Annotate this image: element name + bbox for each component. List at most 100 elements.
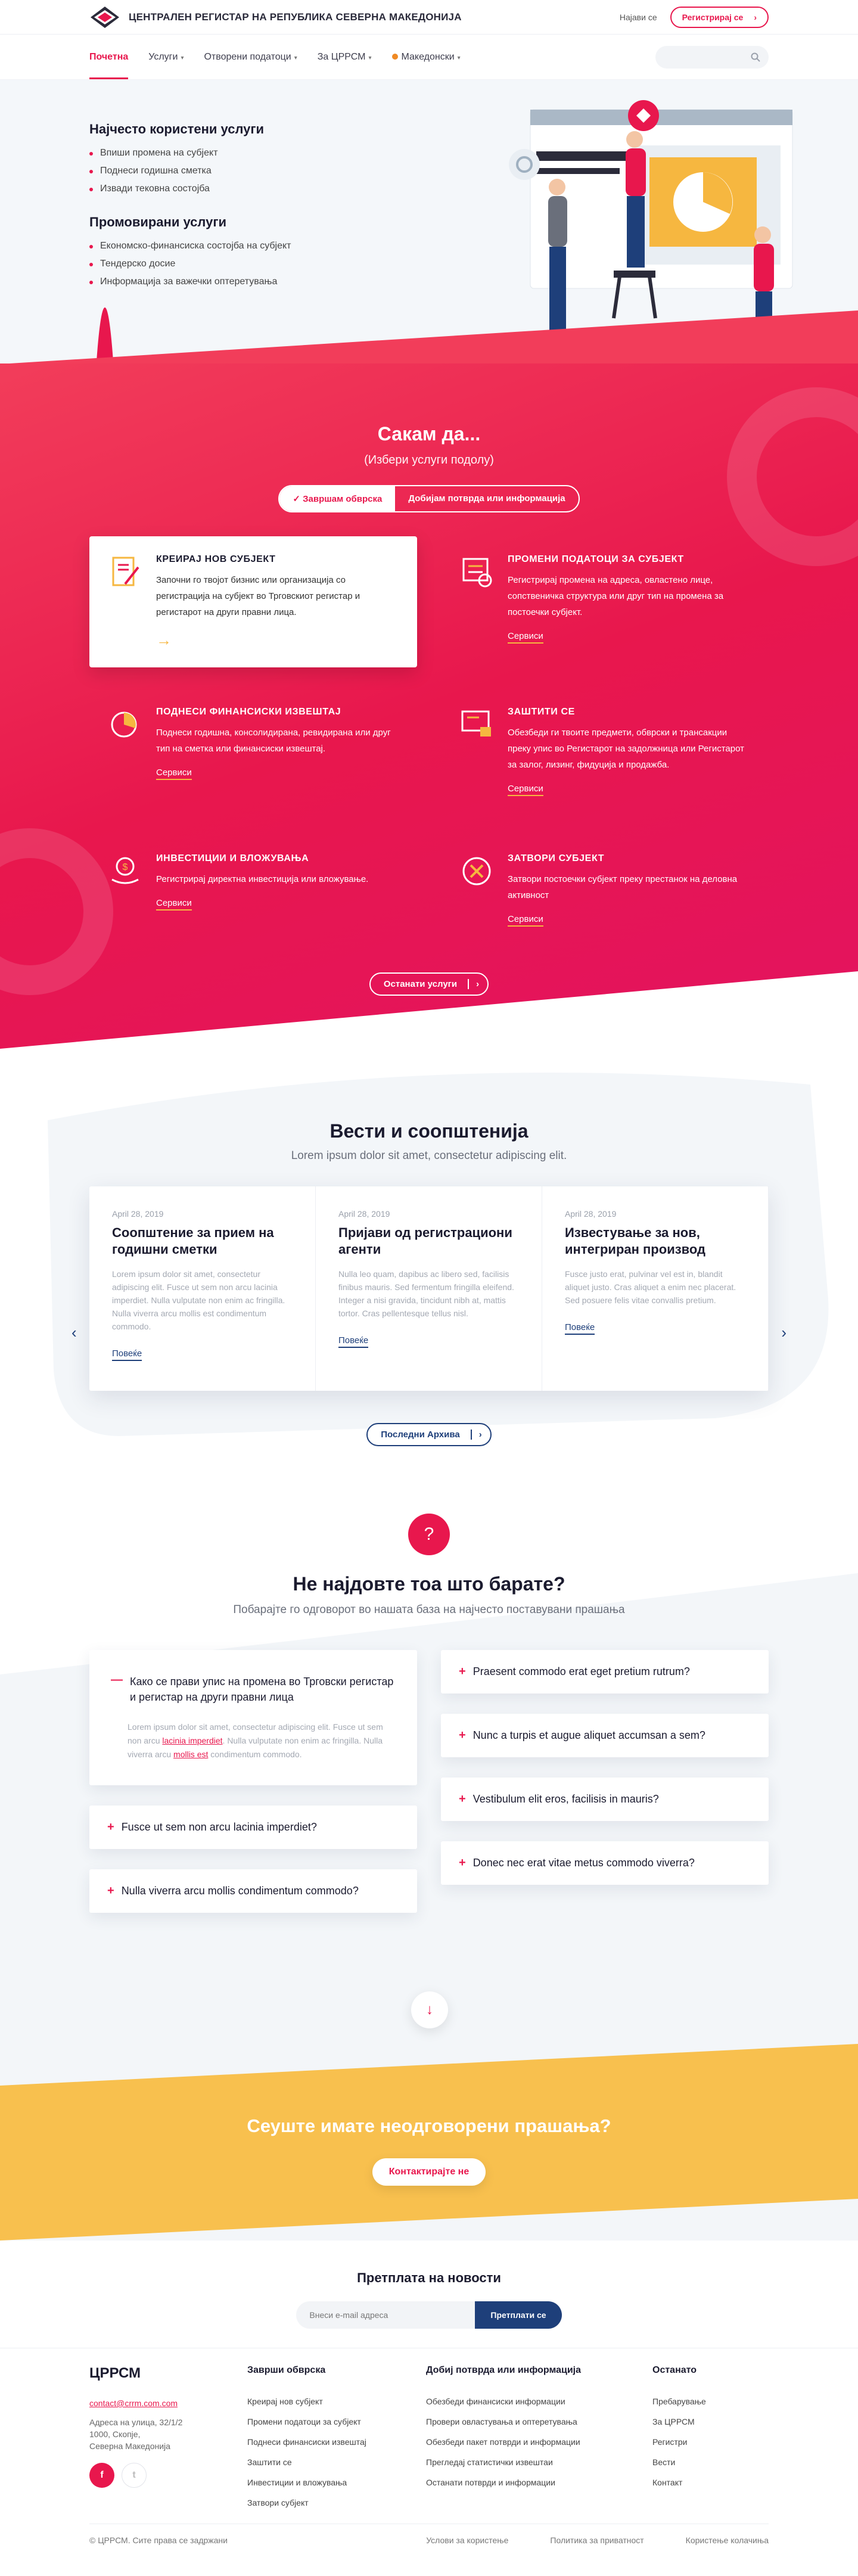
service-protect[interactable]: ЗАШТИТИ СЕ Обезбеди ги твоите предмети, … (441, 689, 769, 814)
footer-link[interactable]: Обезбеди пакет потврди и информации (426, 2432, 641, 2452)
news-more-link[interactable]: Повеќе (112, 1348, 142, 1361)
news-card[interactable]: April 28, 2019 Соопштение за прием на го… (89, 1186, 316, 1391)
service-change-data[interactable]: ПРОМЕНИ ПОДАТОЦИ ЗА СУБЈЕКТ Регистрирај … (441, 536, 769, 667)
faq-item[interactable]: + Nulla viverra arcu mollis condimentum c… (89, 1869, 417, 1913)
footer-link[interactable]: Обезбеди финансиски информации (426, 2391, 641, 2412)
service-link[interactable]: Сервиси (508, 784, 543, 796)
service-text: Затвори постоечки субјект преку престано… (508, 874, 738, 900)
footer-link[interactable]: Заштити се (247, 2452, 414, 2472)
news-more-link[interactable]: Повеќе (565, 1322, 595, 1335)
footer-link[interactable]: За ЦРРСМ (652, 2412, 748, 2432)
faq-title: Не најдовте тоа што барате? (293, 1573, 565, 1595)
form-edit-icon (462, 558, 492, 588)
top-bar: ЦЕНТРАЛЕН РЕГИСТАР НА РЕПУБЛИКА СЕВЕРНА … (0, 0, 858, 35)
news-carousel: ‹ April 28, 2019 Соопштение за прием на … (72, 1186, 786, 1391)
popular-service-item[interactable]: Впиши промена на субјект (89, 144, 399, 162)
footer-link[interactable]: Регистри (652, 2432, 748, 2452)
nav-about[interactable]: За ЦРРСМ ▾ (318, 52, 372, 63)
footer-link[interactable]: Затвори субјект (247, 2493, 414, 2513)
footer-link[interactable]: Креирај нов субјект (247, 2391, 414, 2412)
footer-link[interactable]: Прегледај статистички извештаи (426, 2452, 641, 2472)
faq-answer-link[interactable]: mollis est (173, 1750, 208, 1759)
service-card-create[interactable]: КРЕИРАЈ НОВ СУБЈЕКТ Започни го твојот би… (89, 536, 417, 667)
arrow-right-icon[interactable]: › (781, 1323, 786, 1342)
promoted-service-item[interactable]: Тендерско досие (89, 255, 399, 273)
svg-text:$: $ (123, 862, 128, 872)
faq-question: Praesent commodo erat eget pretium rutru… (472, 1665, 690, 1677)
footer-link[interactable]: Поднеси финансиски извештај (247, 2432, 414, 2452)
faq-answer-link[interactable]: lacinia imperdiet (162, 1736, 222, 1745)
footer-link[interactable]: Инвестиции и вложувања (247, 2472, 414, 2493)
news-card[interactable]: April 28, 2019 Известување за нов, интег… (542, 1186, 769, 1391)
privacy-link[interactable]: Политика за приватност (550, 2535, 644, 2545)
footer-link[interactable]: Контакт (652, 2472, 748, 2493)
copyright: © ЦРРСМ. Сите права се задржани (89, 2535, 228, 2545)
service-link[interactable]: Сервиси (156, 767, 192, 780)
pie-chart-icon (111, 711, 137, 738)
faq-item[interactable]: + Vestibulum elit eros, facilisis in maur… (441, 1778, 769, 1821)
cookies-link[interactable]: Користење колачиња (686, 2535, 769, 2545)
faq-item-open[interactable]: — Како се прави упис на промена во Тргов… (89, 1650, 417, 1785)
login-link[interactable]: Најави се (620, 13, 657, 22)
popular-service-item[interactable]: Извади тековна состојба (89, 180, 399, 198)
facebook-icon[interactable]: f (89, 2463, 114, 2488)
news-card-title[interactable]: Известување за нов, интегриран производ (565, 1225, 745, 1258)
popular-service-item[interactable]: Поднеси годишна сметка (89, 162, 399, 180)
service-link[interactable]: Сервиси (156, 898, 192, 911)
nav-home[interactable]: Почетна (89, 52, 129, 79)
brand[interactable]: ЦЕНТРАЛЕН РЕГИСТАР НА РЕПУБЛИКА СЕВЕРНА … (89, 5, 462, 29)
faq-item[interactable]: + Nunc a turpis et augue aliquet accumsan… (441, 1714, 769, 1757)
service-close[interactable]: ЗАТВОРИ СУБЈЕКТ Затвори постоечки субјек… (441, 835, 769, 961)
tab-information[interactable]: Добијам потврда или информација (395, 486, 578, 511)
nav-open-data[interactable]: Отворени податоци ▾ (204, 52, 297, 63)
faq-item[interactable]: + Donec nec erat vitae metus commodo vive… (441, 1841, 769, 1885)
arrow-left-icon[interactable]: ‹ (72, 1323, 77, 1342)
service-investments[interactable]: $ ИНВЕСТИЦИИ И ВЛОЖУВАЊА Регистрирај дир… (89, 835, 417, 961)
hero-title-popular: Најчесто користени услуги (89, 122, 265, 136)
faq-item[interactable]: + Fusce ut sem non arcu lacinia imperdiet… (89, 1806, 417, 1849)
address-line: Адреса на улица, 32/1/2 (89, 2417, 183, 2427)
news-card-title[interactable]: Пријави од регистрациони агенти (338, 1225, 519, 1258)
news-more-link[interactable]: Повеќе (338, 1335, 369, 1348)
cta-title: Сеуште имате неодговорени прашања? (247, 2115, 611, 2136)
footer-link[interactable]: Провери овластувања и оптеретувања (426, 2412, 641, 2432)
news-card-title[interactable]: Соопштение за прием на годишни сметки (112, 1225, 293, 1258)
archive-button[interactable]: Последни Архива › (366, 1423, 492, 1446)
news-card[interactable]: April 28, 2019 Пријави од регистрациони … (316, 1186, 542, 1391)
faq-answer-text: condimentum commodo. (208, 1750, 302, 1759)
footer-link[interactable]: Промени податоци за субјект (247, 2412, 414, 2432)
twitter-icon[interactable]: t (122, 2463, 147, 2488)
terms-link[interactable]: Услови за користење (426, 2535, 508, 2545)
nav-services[interactable]: Услуги ▾ (148, 52, 184, 63)
email-input[interactable]: Внеси e-mail адреса (296, 2301, 475, 2329)
news-date: April 28, 2019 (112, 1209, 164, 1219)
footer-link[interactable]: Вести (652, 2452, 748, 2472)
services-tabs: ✓ Завршам обврска Добијам потврда или ин… (278, 485, 580, 512)
tab-obligation[interactable]: ✓ Завршам обврска (279, 486, 396, 511)
subscribe-button[interactable]: Претплати се (475, 2301, 562, 2329)
service-link[interactable]: Сервиси (508, 631, 543, 644)
service-link[interactable]: Сервиси (508, 914, 543, 927)
faq-item[interactable]: + Praesent commodo erat eget pretium rutr… (441, 1650, 769, 1693)
service-financial-report[interactable]: ПОДНЕСИ ФИНАНСИСКИ ИЗВЕШТАЈ Поднеси годи… (89, 689, 417, 814)
footer-email-link[interactable]: contact@crrm.com.com (89, 2398, 178, 2408)
service-title: ЗАШТИТИ СЕ (508, 707, 575, 717)
logo[interactable] (89, 5, 120, 29)
newsletter-title: Претплата на новости (357, 2270, 501, 2285)
arrow-right-icon[interactable]: → (156, 631, 399, 650)
news-date: April 28, 2019 (565, 1209, 617, 1219)
register-button[interactable]: Регистрирај се › (670, 6, 769, 28)
search-input[interactable] (655, 45, 769, 69)
footer-link[interactable]: Останати потврди и информации (426, 2472, 641, 2493)
promoted-service-item[interactable]: Економско-финансиска состојба на субјект (89, 237, 399, 255)
plus-icon: + (107, 1820, 114, 1834)
service-text: Обезбеди ги твоите предмети, обврски и т… (508, 728, 744, 770)
language-selector[interactable]: Македонски ▾ (391, 52, 461, 63)
footer-link[interactable]: Пребарување (652, 2391, 748, 2412)
service-title: ПОДНЕСИ ФИНАНСИСКИ ИЗВЕШТАЈ (156, 707, 341, 717)
scroll-down-button[interactable]: ↓ (411, 1991, 448, 2028)
contact-button[interactable]: Контактирајте не (372, 2158, 486, 2186)
check-icon: ✓ (293, 494, 303, 504)
chevron-down-icon: ▾ (368, 54, 372, 61)
promoted-service-item[interactable]: Информација за важечки оптеретувања (89, 273, 399, 291)
